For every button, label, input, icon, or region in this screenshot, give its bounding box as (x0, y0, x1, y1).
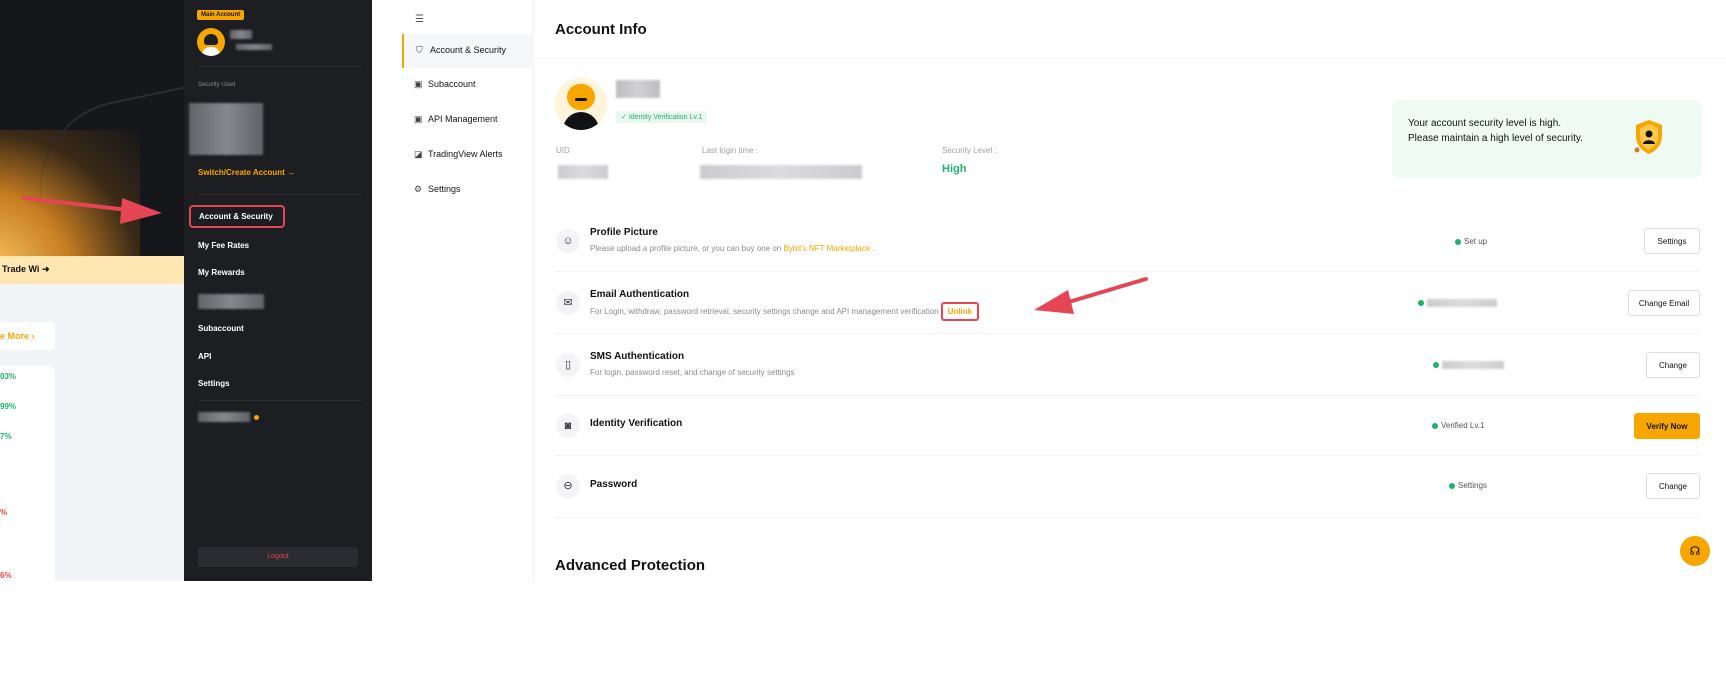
subnav-item-account-security[interactable]: ⛉ Account & Security (402, 34, 534, 68)
menu-item-rewards[interactable]: My Rewards (198, 268, 245, 277)
api-icon: ▣ (414, 114, 423, 124)
redacted-last-login (700, 165, 862, 179)
redacted-language[interactable] (198, 412, 250, 422)
redacted-nickname (616, 80, 660, 98)
security-message: Your account security level is high. Ple… (1408, 118, 1583, 144)
shield-icon (1634, 120, 1662, 154)
menu-item-account-security[interactable]: Account & Security (189, 205, 285, 228)
switch-account-link[interactable]: Switch/Create Account → (198, 168, 295, 177)
redacted-security-block (189, 103, 263, 155)
page-title: Account Info (555, 21, 647, 38)
advanced-protection-title: Advanced Protection (555, 557, 706, 574)
row-description: For Login, withdraw, password retrieval,… (590, 302, 980, 321)
subnav-item-settings[interactable]: ⚙ Settings (402, 173, 534, 207)
redacted-uid (558, 165, 608, 179)
menu-item-fee-rates[interactable]: My Fee Rates (198, 241, 249, 250)
row-description: For login, password reset, and change of… (590, 368, 795, 377)
header-divider (534, 58, 1726, 59)
avatar (197, 28, 225, 56)
change-phone-button[interactable]: Change (1646, 352, 1700, 378)
menu-item-settings[interactable]: Settings (198, 379, 230, 388)
menu-item-api[interactable]: API (198, 352, 211, 361)
security-level-label: Security Level : (942, 146, 997, 155)
account-side-nav: ☰ ⛉ Account & Security ▣ Subaccount ▣ AP… (402, 0, 534, 581)
row-title: SMS Authentication (590, 351, 685, 362)
main-account-badge: Main Account (197, 10, 245, 20)
subnav-item-label: Settings (428, 184, 461, 194)
account-info-panel: Account Info ✓ Identity Verification Lv.… (534, 0, 1726, 581)
account-dropdown-menu: Main Account Security Used Switch/Create… (184, 0, 372, 581)
background-page: Trade Wi ➜ e More › 03% 99% 7% % 6% (0, 0, 184, 581)
screenshot-stage: Trade Wi ➜ e More › 03% 99% 7% % 6% Main… (0, 0, 1726, 696)
change-password-button[interactable]: Change (1646, 473, 1700, 499)
uid-label: UID (556, 146, 570, 155)
row-description: Please upload a profile picture, or you … (590, 244, 875, 253)
market-change: % (0, 508, 8, 517)
lock-icon: ⊖ (556, 474, 580, 498)
shield-icon: ⛉ (416, 45, 423, 55)
nft-marketplace-link[interactable]: Bybit's NFT Marketplace (783, 244, 870, 253)
unlink-email-link[interactable]: Unlink (940, 302, 980, 321)
subnav-item-api-management[interactable]: ▣ API Management (402, 103, 534, 137)
redacted-email (236, 44, 272, 50)
status-badge: Verified Lv.1 (1432, 421, 1484, 430)
subnav-item-subaccount[interactable]: ▣ Subaccount (402, 68, 534, 102)
status-badge (1433, 360, 1504, 369)
menu-divider (198, 194, 362, 195)
list-item-sms-authentication: ▯ SMS Authentication For login, password… (555, 334, 1700, 396)
redacted-menu-item (198, 294, 264, 309)
last-login-label: Last login time : (702, 146, 759, 155)
redacted-username (230, 30, 252, 39)
hero-curve (23, 83, 184, 256)
status-badge (1418, 298, 1497, 307)
subnav-item-label: Subaccount (428, 79, 476, 89)
security-level-value: High (942, 163, 967, 175)
row-title: Password (590, 479, 638, 490)
collapse-icon[interactable]: ☰ (415, 14, 424, 25)
row-title: Identity Verification (590, 418, 683, 429)
menu-item-subaccount[interactable]: Subaccount (198, 324, 244, 333)
mail-icon: ✉ (556, 291, 580, 315)
change-email-button[interactable]: Change Email (1628, 290, 1700, 316)
hero-banner (0, 0, 184, 256)
verification-badge: ✓ Identity Verification Lv.1 (616, 111, 708, 123)
subnav-item-label: API Management (428, 114, 498, 124)
subaccount-icon: ▣ (414, 79, 423, 89)
notification-dot (254, 415, 259, 420)
subnav-item-label: Account & Security (430, 45, 507, 55)
market-change: 99% (0, 402, 17, 411)
see-more-button[interactable]: e More › (0, 322, 55, 350)
status-badge: Set up (1455, 237, 1487, 246)
menu-divider (198, 66, 362, 67)
list-item-password: ⊖ Password Settings Change (555, 456, 1700, 518)
status-badge: Settings (1449, 481, 1487, 490)
verify-now-button[interactable]: Verify Now (1634, 413, 1700, 439)
list-item-identity-verification: ◙ Identity Verification Verified Lv.1 Ve… (555, 396, 1700, 456)
list-item-profile-picture: ☺ Profile Picture Please upload a profil… (555, 210, 1700, 272)
market-card (0, 366, 55, 581)
list-item-email-authentication: ✉ Email Authentication For Login, withdr… (555, 272, 1700, 334)
user-circle-icon: ☺ (556, 229, 580, 253)
subnav-item-label: TradingView Alerts (428, 149, 503, 159)
logout-button[interactable]: Logout (198, 547, 358, 567)
gear-icon: ⚙ (414, 184, 423, 194)
market-change: 7% (0, 432, 12, 441)
headset-icon[interactable]: ☊ (1680, 536, 1710, 566)
row-title: Profile Picture (590, 227, 658, 238)
menu-divider (198, 400, 362, 401)
subnav-item-tradingview-alerts[interactable]: ◪ TradingView Alerts (402, 138, 534, 172)
market-change: 6% (0, 571, 12, 580)
id-card-icon: ◙ (556, 414, 580, 438)
phone-icon: ▯ (556, 353, 580, 377)
security-level-card: Your account security level is high. Ple… (1392, 100, 1702, 178)
market-change: 03% (0, 372, 17, 381)
trade-banner[interactable]: Trade Wi ➜ (0, 256, 184, 284)
alert-icon: ◪ (414, 149, 423, 159)
row-title: Email Authentication (590, 289, 690, 300)
security-label: Security Used (198, 82, 236, 88)
profile-settings-button[interactable]: Settings (1644, 228, 1700, 254)
profile-avatar[interactable] (555, 78, 607, 130)
